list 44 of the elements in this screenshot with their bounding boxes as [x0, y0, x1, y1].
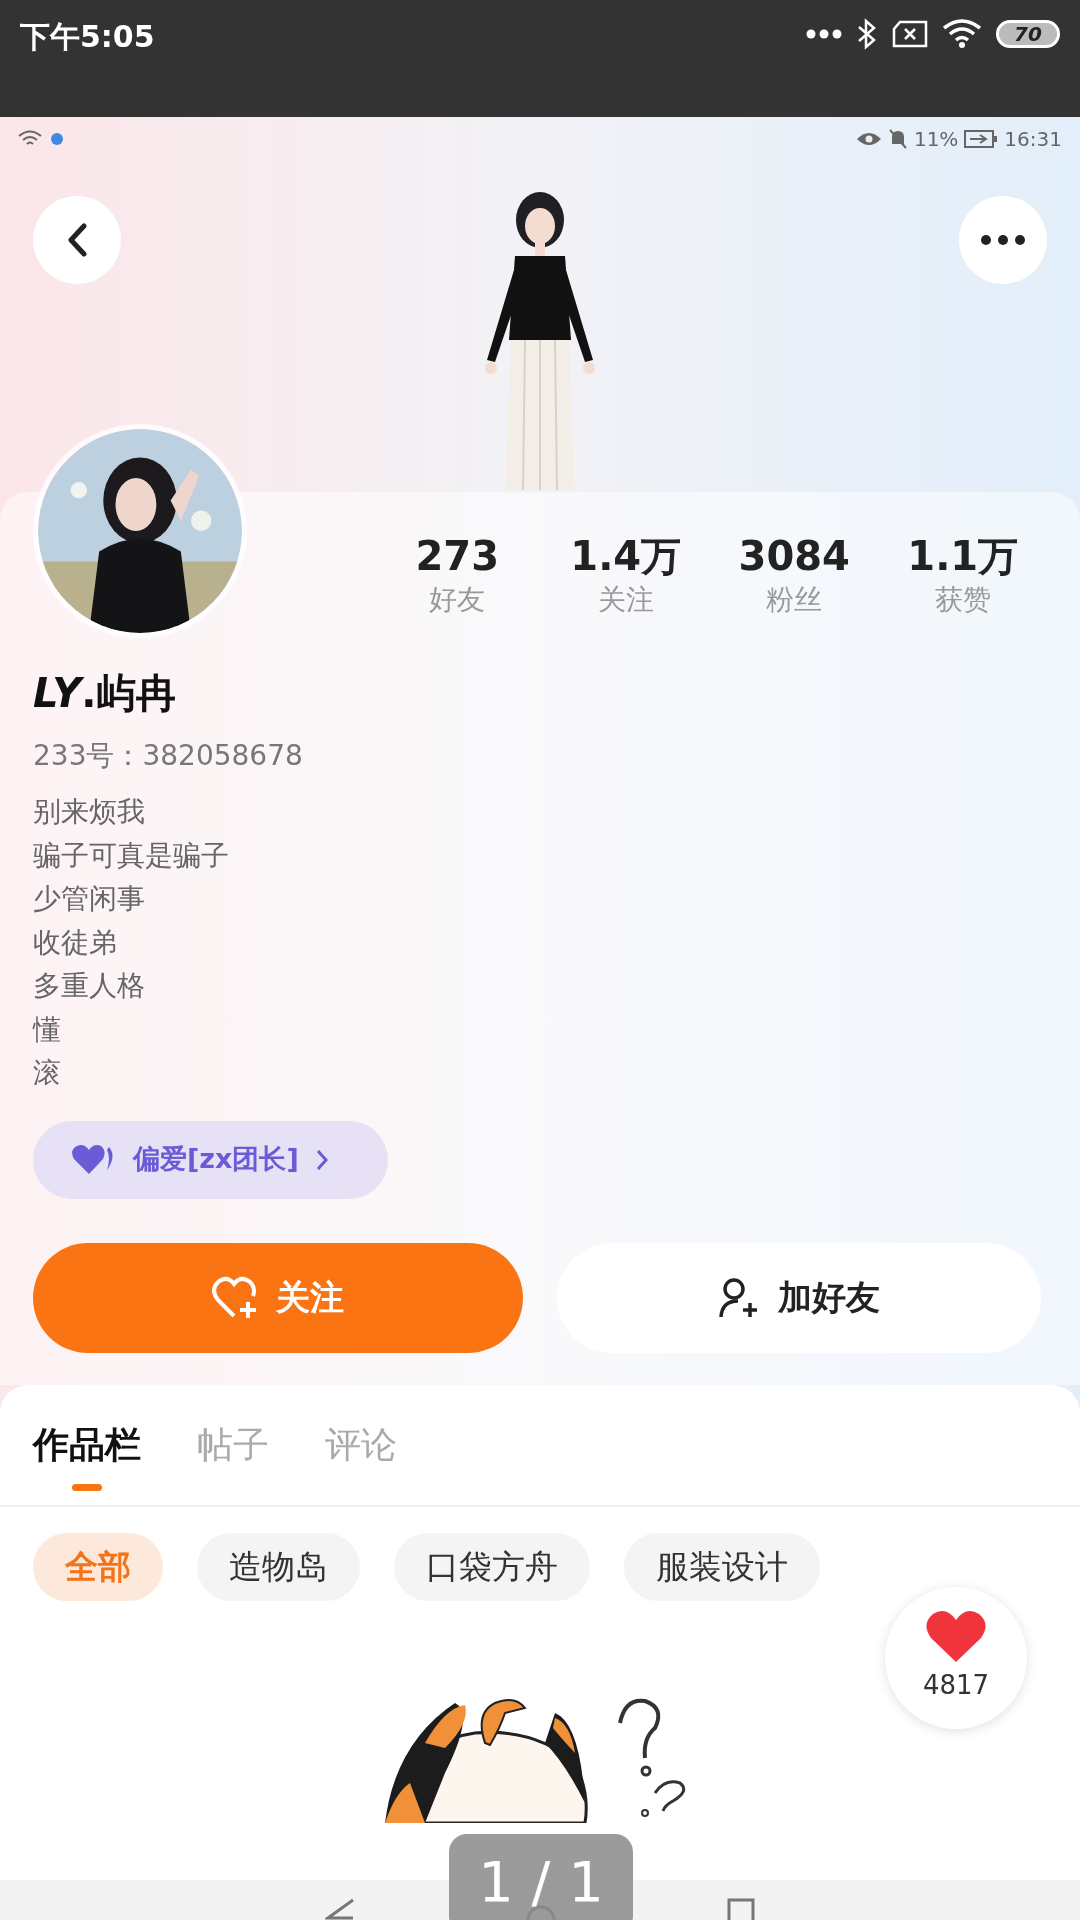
filter-chip[interactable]: 服装设计	[624, 1532, 820, 1601]
chevron-right-icon	[314, 1147, 329, 1172]
clock-time: 16:31	[1004, 125, 1062, 153]
stat-label: 粉丝	[766, 582, 823, 618]
stat-value: 1.4万	[570, 532, 682, 580]
eye-icon	[855, 130, 882, 147]
more-icon	[806, 29, 842, 39]
heart-icon	[925, 1610, 987, 1664]
more-icon	[981, 235, 1025, 245]
bell-off-icon	[887, 127, 908, 150]
badge-chip[interactable]: 偏爱[zx团长]	[33, 1120, 388, 1199]
user-name: LY.屿冉	[33, 670, 177, 716]
wifi-icon	[942, 18, 982, 50]
stat-value: 3084	[738, 532, 850, 580]
status-time: 下午5:05	[20, 18, 155, 56]
add-friend-button[interactable]: 加好友	[557, 1242, 1041, 1353]
stat-value: 273	[415, 532, 499, 580]
bio-line: 收徒弟	[33, 924, 117, 961]
app-dot-icon	[50, 131, 64, 146]
recents-nav-icon	[726, 1898, 755, 1920]
bio-line: 多重人格	[33, 968, 145, 1004]
stat-label: 获赞	[934, 582, 991, 618]
battery-percent: 11%	[913, 125, 959, 153]
bio-line: 少管闲事	[33, 881, 145, 917]
battery-charging-icon	[964, 129, 999, 148]
page-indicator: 1 / 1	[449, 1834, 633, 1920]
back-icon	[66, 223, 88, 257]
like-button[interactable]: 4817	[885, 1586, 1027, 1729]
bio-line: 懂	[33, 1011, 61, 1048]
user-id: 233号：382058678	[33, 739, 303, 772]
filter-chip[interactable]: 口袋方舟	[394, 1532, 590, 1601]
bio-line: 骗子可真是骗子	[33, 837, 229, 874]
tab-indicator	[72, 1483, 102, 1491]
stat-label: 关注	[597, 582, 654, 618]
bio-line: 滚	[33, 1055, 61, 1091]
sim-off-icon	[892, 20, 928, 48]
filter-chip[interactable]: 造物岛	[197, 1532, 360, 1601]
battery-icon: 70	[996, 20, 1060, 48]
tab[interactable]: 作品栏	[33, 1420, 141, 1469]
back-nav-icon	[325, 1898, 356, 1920]
bluetooth-icon	[856, 18, 878, 50]
stat-value: 1.1万	[907, 532, 1019, 580]
bio-line: 别来烦我	[33, 794, 145, 830]
stat-label: 好友	[429, 582, 486, 618]
